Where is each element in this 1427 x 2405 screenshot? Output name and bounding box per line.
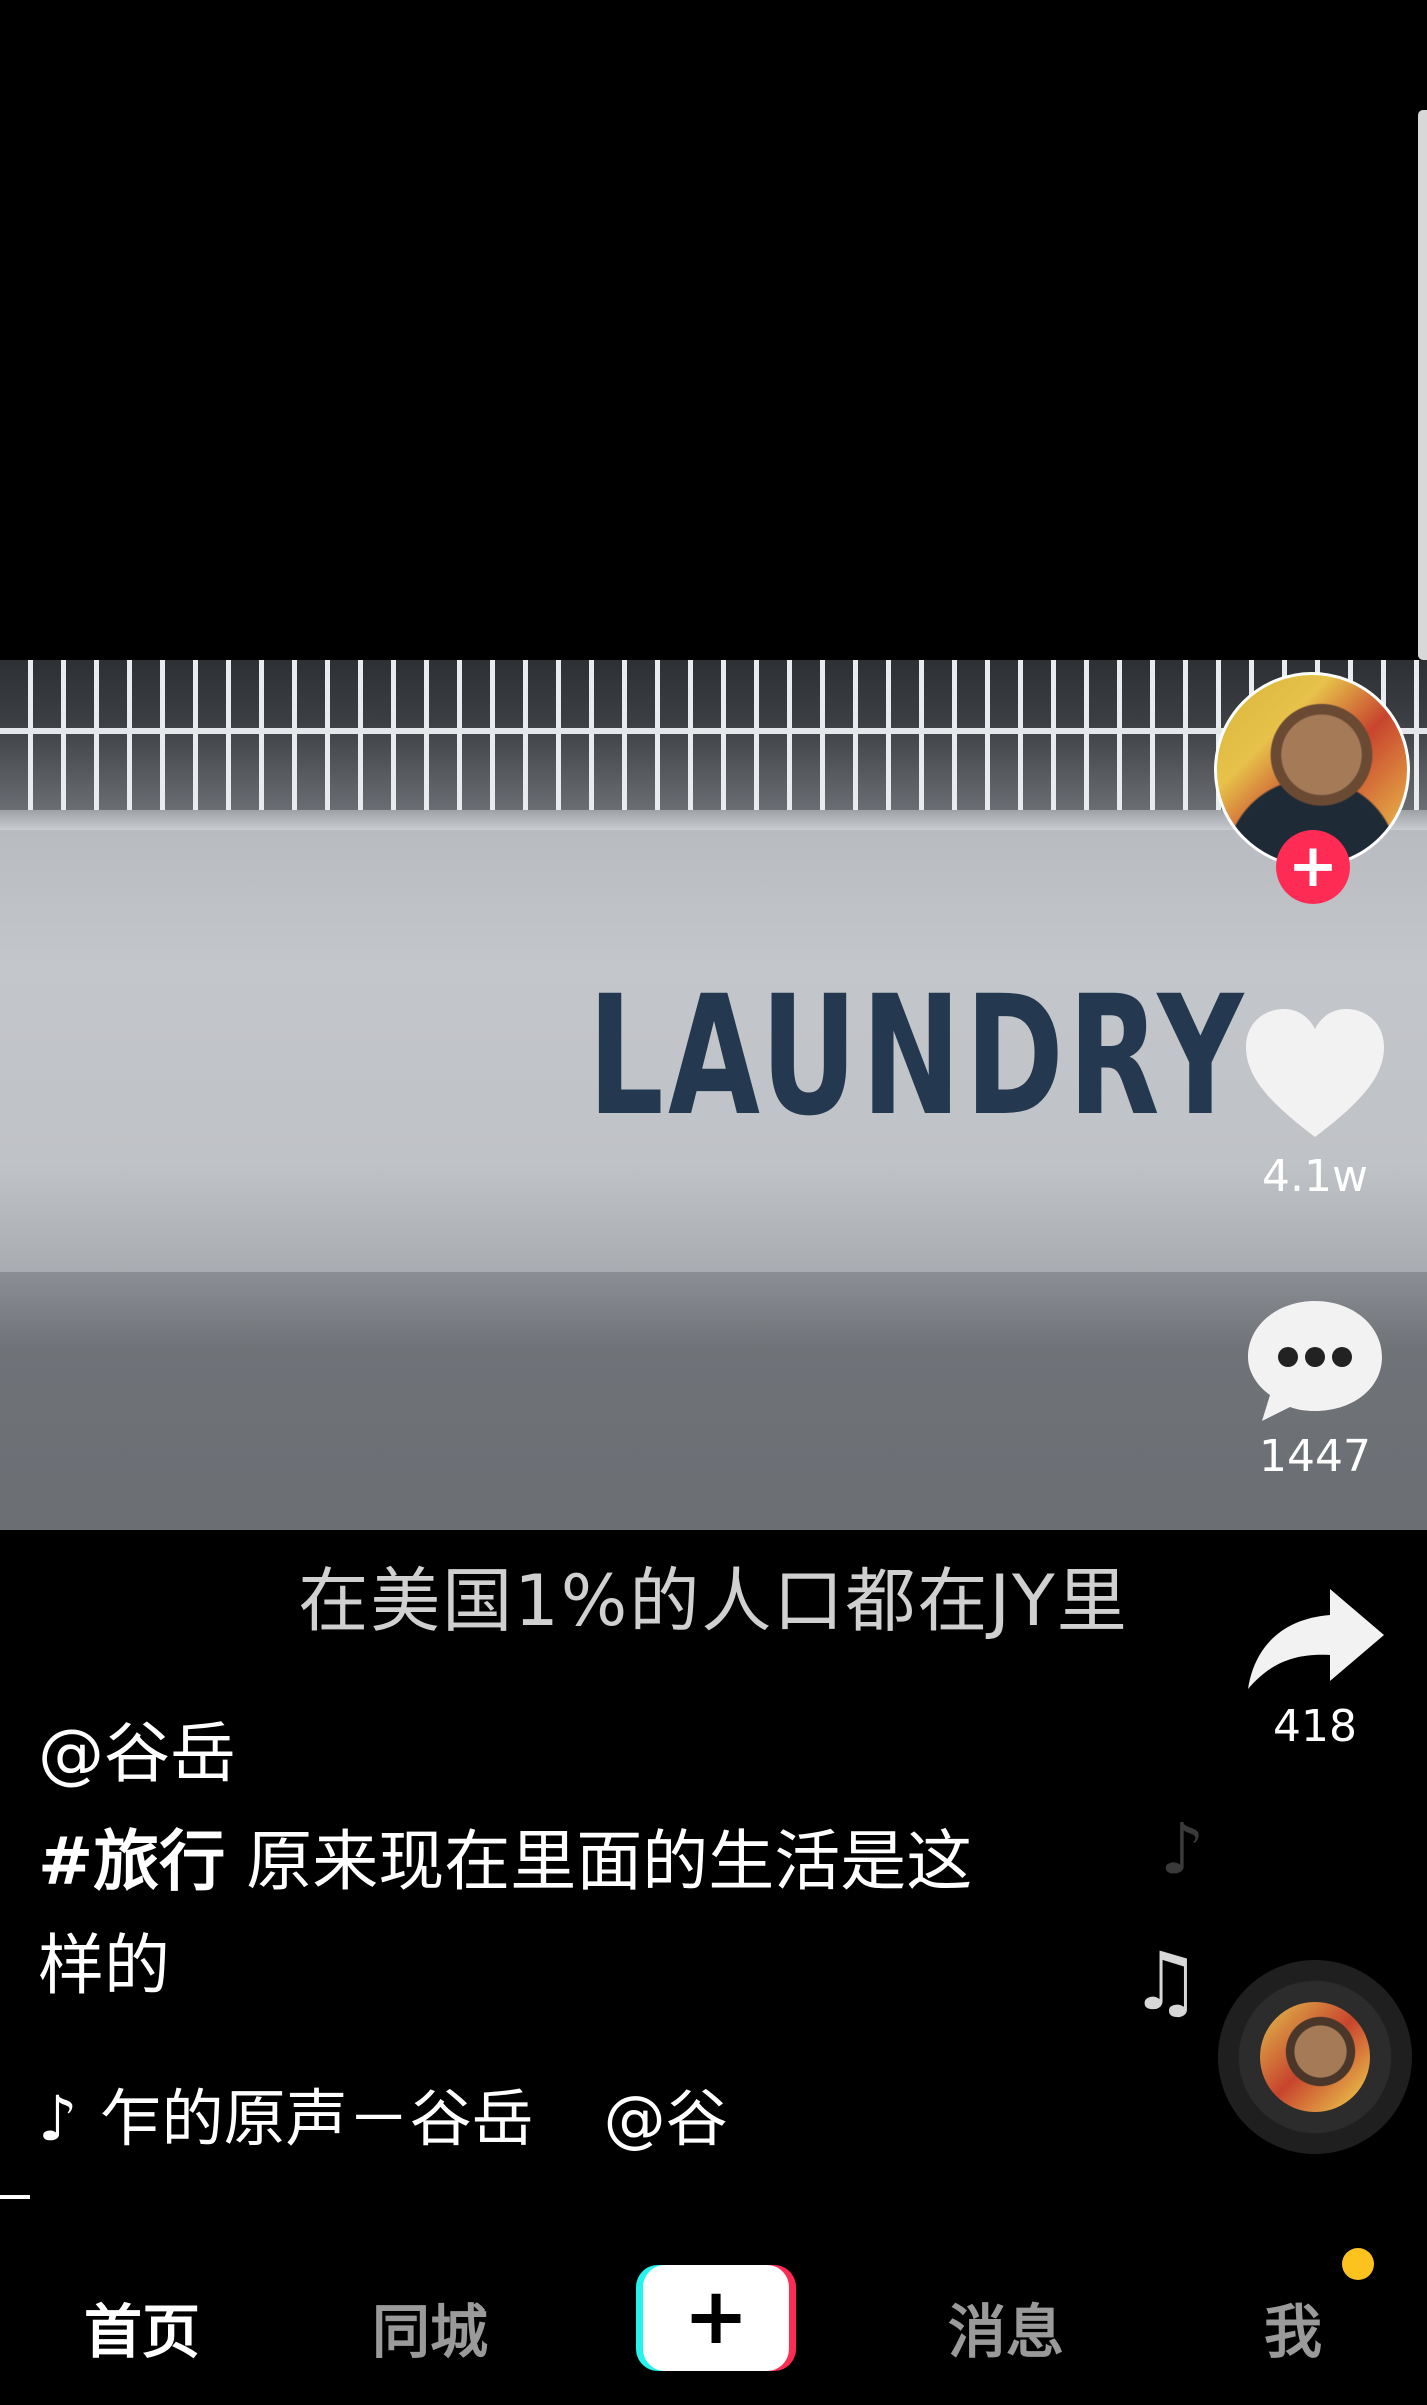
create-button[interactable]: + bbox=[636, 2265, 796, 2371]
share-count: 418 bbox=[1273, 1701, 1357, 1752]
video-wall-band bbox=[0, 810, 1427, 830]
follow-button[interactable]: + bbox=[1276, 830, 1350, 904]
like-button[interactable]: 4.1w bbox=[1230, 1005, 1400, 1202]
author-handle[interactable]: @谷岳 bbox=[38, 1700, 236, 1796]
comment-button[interactable]: 1447 bbox=[1230, 1295, 1400, 1482]
hashtag-link[interactable]: #旅行 bbox=[38, 1823, 225, 1900]
video-subtitle: 在美国1%的人口都在JY里 bbox=[298, 1560, 1129, 1642]
video-lower-wall bbox=[0, 1272, 1427, 1530]
plus-icon: + bbox=[643, 2265, 789, 2371]
music-title: 乍的原声－谷岳 bbox=[99, 2082, 534, 2155]
video-description: #旅行 原来现在里面的生活是这样的 bbox=[38, 1810, 1018, 2018]
notification-dot bbox=[1342, 2248, 1374, 2280]
tiktok-feed-screen: LAUNDRY 在美国1%的人口都在JY里 + 4.1w 1447 418 ♪ … bbox=[0, 0, 1427, 2405]
tab-nearby[interactable]: 同城 bbox=[372, 2285, 488, 2369]
video-windows-strip bbox=[0, 660, 1427, 810]
music-disc-button[interactable] bbox=[1218, 1960, 1412, 2154]
comment-icon bbox=[1248, 1301, 1382, 1421]
tab-messages[interactable]: 消息 bbox=[948, 2285, 1064, 2369]
edge-scroll-handle[interactable] bbox=[1418, 110, 1427, 660]
floating-music-note-icon: ♪ bbox=[1160, 1808, 1205, 1890]
progress-indicator bbox=[0, 2195, 30, 2199]
floating-music-notes-icon: ♫ bbox=[1130, 1935, 1202, 2028]
tab-home[interactable]: 首页 bbox=[84, 2285, 200, 2369]
comment-count: 1447 bbox=[1259, 1431, 1371, 1482]
bottom-tab-bar: 首页 同城 + 消息 我 bbox=[0, 2245, 1427, 2405]
like-count: 4.1w bbox=[1262, 1151, 1368, 1202]
music-note-icon: ♪ bbox=[38, 2082, 78, 2155]
music-mention: @谷 bbox=[603, 2082, 728, 2155]
video-scene-text: LAUNDRY bbox=[588, 960, 1248, 1152]
heart-icon bbox=[1246, 1009, 1384, 1137]
share-arrow-icon bbox=[1248, 1589, 1384, 1689]
tab-me[interactable]: 我 bbox=[1264, 2285, 1322, 2369]
share-button[interactable]: 418 bbox=[1230, 1585, 1400, 1752]
music-marquee[interactable]: ♪ 乍的原声－谷岳 @谷 bbox=[38, 2068, 728, 2158]
creator-avatar-button[interactable]: + bbox=[1214, 672, 1410, 904]
music-disc-cover bbox=[1260, 2002, 1370, 2112]
video-frame[interactable]: LAUNDRY bbox=[0, 660, 1427, 1530]
